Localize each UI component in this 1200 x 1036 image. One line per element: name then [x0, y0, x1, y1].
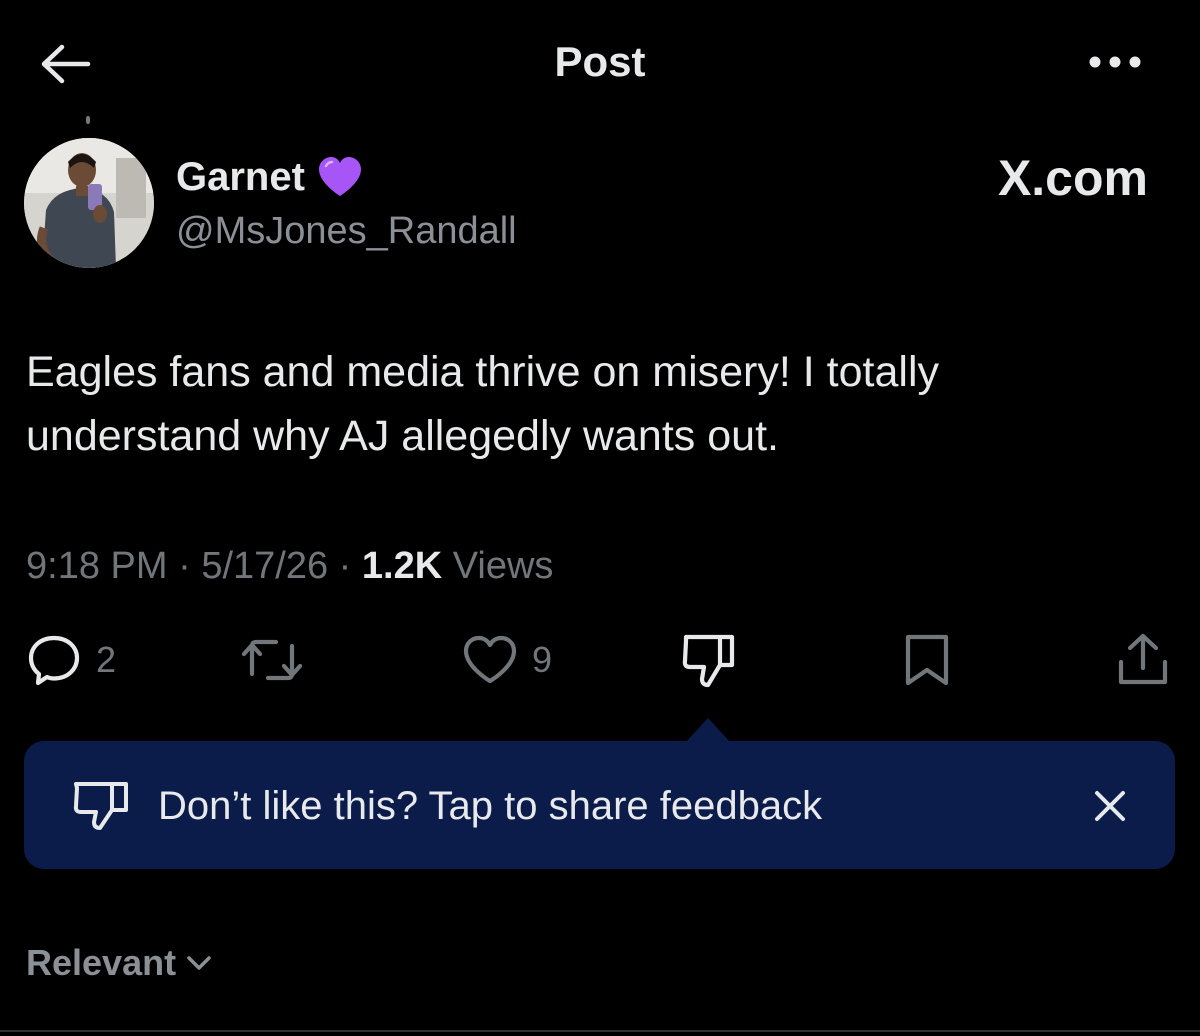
ellipsis-icon — [1089, 56, 1141, 68]
like-count: 9 — [532, 639, 553, 680]
like-button[interactable]: 9 — [462, 628, 552, 692]
tooltip-caret — [686, 718, 730, 742]
post-time[interactable]: 9:18 PM — [26, 545, 168, 587]
close-icon — [1095, 791, 1125, 821]
views-count[interactable]: 1.2K — [362, 545, 442, 587]
repost-icon — [241, 639, 303, 681]
chevron-down-icon — [187, 956, 211, 970]
sort-label: Relevant — [26, 942, 177, 983]
close-feedback-button[interactable] — [1084, 776, 1136, 836]
divider — [0, 1030, 1200, 1032]
scroll-indicator — [86, 116, 90, 124]
meta-separator: · — [328, 545, 362, 587]
reply-count: 2 — [96, 639, 117, 680]
share-button[interactable] — [1116, 628, 1170, 692]
dislike-button[interactable] — [680, 628, 738, 692]
x-watermark: X.com — [997, 150, 1148, 206]
thumbs-down-icon — [682, 634, 735, 688]
arrow-left-icon — [41, 44, 91, 84]
reply-button[interactable]: 2 — [26, 628, 116, 692]
meta-separator: · — [167, 545, 202, 587]
post-date[interactable]: 5/17/26 — [201, 545, 328, 587]
reply-icon — [28, 635, 80, 686]
post-text: Eagles fans and media thrive on misery! … — [26, 348, 939, 460]
share-icon — [1118, 633, 1168, 685]
back-button[interactable] — [36, 36, 96, 92]
heart-icon — [463, 635, 517, 684]
bookmark-icon — [905, 634, 949, 686]
more-options-button[interactable] — [1080, 40, 1150, 84]
author-name-row[interactable]: Garnet — [176, 152, 363, 202]
feedback-prompt[interactable]: Don’t like this? Tap to share feedback — [158, 780, 822, 832]
bookmark-button[interactable] — [902, 628, 952, 692]
purple-heart-icon — [318, 157, 361, 196]
repost-button[interactable] — [238, 628, 306, 692]
thumbs-down-icon — [73, 782, 128, 830]
display-name[interactable]: Garnet — [176, 152, 305, 202]
avatar[interactable] — [24, 138, 154, 268]
sort-dropdown[interactable]: Relevant — [26, 938, 212, 988]
views-label: Views — [442, 545, 554, 587]
page-title: Post — [554, 38, 646, 85]
author-handle[interactable]: @MsJones_Randall — [176, 206, 517, 256]
post-meta: 9:18 PM · 5/17/26 · 1.2K Views — [26, 540, 553, 592]
